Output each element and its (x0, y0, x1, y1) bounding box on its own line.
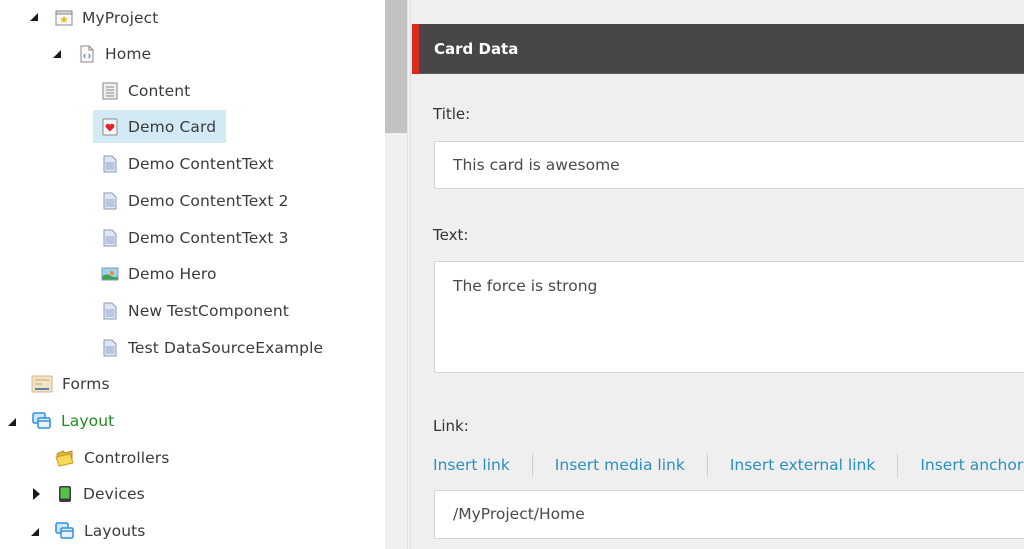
divider (531, 453, 533, 477)
tree-item-label: Test DataSourceExample (128, 338, 324, 357)
page-code-icon (80, 45, 94, 62)
insert-anchor-button[interactable]: Insert anchor (920, 456, 1023, 474)
document-icon (103, 229, 117, 246)
windows-icon (55, 521, 74, 539)
tree-item-label: Home (105, 44, 152, 63)
tree-item-label: Content (128, 81, 191, 100)
tree-item-layout[interactable]: Layout (32, 404, 114, 437)
tree-item-devices[interactable]: Devices (56, 477, 145, 510)
title-input[interactable]: This card is awesome (434, 141, 1024, 189)
tree-item-content[interactable]: Content (101, 74, 190, 107)
tree-item-demo-contenttext-3[interactable]: Demo ContentText 3 (101, 221, 289, 254)
text-textarea[interactable]: The force is strong (434, 261, 1024, 373)
link-field-label: Link: (433, 417, 469, 435)
document-icon (103, 339, 117, 356)
folder-icon (55, 449, 74, 467)
tree-item-demo-contenttext[interactable]: Demo ContentText (101, 147, 274, 180)
tree-item-label: Demo ContentText 2 (128, 191, 289, 210)
tree-scrollbar-thumb[interactable] (385, 0, 407, 133)
tree-item-label: Forms (62, 374, 110, 393)
insert-media-link-button[interactable]: Insert media link (555, 456, 685, 474)
content-tree: MyProject Home Content Demo Card Demo Co… (0, 0, 385, 549)
tree-item-label: MyProject (82, 8, 159, 27)
content-list-icon (102, 82, 118, 99)
tree-item-new-testcomponent[interactable]: New TestComponent (101, 294, 289, 327)
document-icon (103, 155, 117, 172)
tree-item-label: Demo Card (128, 117, 217, 136)
section-title: Card Data (434, 40, 519, 58)
document-icon (103, 302, 117, 319)
tree-item-label: Controllers (84, 448, 170, 467)
section-accent-bar (412, 24, 419, 74)
windows-icon (32, 411, 51, 429)
tree-item-label: Layouts (84, 521, 146, 540)
project-star-icon (55, 10, 73, 25)
tree-item-label: New TestComponent (128, 301, 289, 320)
tree-item-controllers[interactable]: Controllers (55, 441, 169, 474)
title-field-label: Title: (433, 105, 471, 123)
tree-item-demo-contenttext-2[interactable]: Demo ContentText 2 (101, 184, 289, 217)
device-icon (59, 485, 71, 502)
collapse-arrow-icon[interactable] (30, 13, 38, 21)
tree-item-forms[interactable]: Forms (31, 367, 110, 400)
collapse-arrow-icon[interactable] (31, 528, 39, 536)
card-heart-icon (102, 118, 118, 135)
divider (897, 453, 899, 477)
link-actions-bar: Insert link Insert media link Insert ext… (433, 452, 1023, 478)
forms-icon (31, 375, 53, 392)
tree-item-label: Devices (83, 484, 145, 503)
expand-arrow-icon[interactable] (33, 488, 40, 500)
collapse-arrow-icon[interactable] (53, 50, 61, 58)
insert-external-link-button[interactable]: Insert external link (730, 456, 876, 474)
tree-item-demo-hero[interactable]: Demo Hero (101, 257, 217, 290)
tree-item-layouts[interactable]: Layouts (55, 514, 145, 547)
document-icon (103, 192, 117, 209)
insert-link-button[interactable]: Insert link (433, 456, 510, 474)
tree-item-label: Demo Hero (128, 264, 217, 283)
divider (706, 453, 708, 477)
tree-item-test-datasourceexample[interactable]: Test DataSourceExample (101, 331, 323, 364)
tree-item-label: Layout (61, 411, 115, 430)
tree-item-myproject[interactable]: MyProject (55, 1, 158, 34)
tree-item-label: Demo ContentText 3 (128, 228, 289, 247)
tree-item-demo-card[interactable]: Demo Card (93, 110, 226, 143)
image-icon (101, 267, 119, 280)
collapse-arrow-icon[interactable] (8, 418, 16, 426)
section-header-card-data[interactable]: Card Data (412, 24, 1024, 74)
tree-item-home[interactable]: Home (78, 37, 151, 70)
text-field-label: Text: (433, 226, 469, 244)
tree-item-label: Demo ContentText (128, 154, 274, 173)
link-input[interactable]: /MyProject/Home (434, 490, 1024, 539)
item-editor: Card Data Title: This card is awesome Te… (411, 0, 1024, 549)
